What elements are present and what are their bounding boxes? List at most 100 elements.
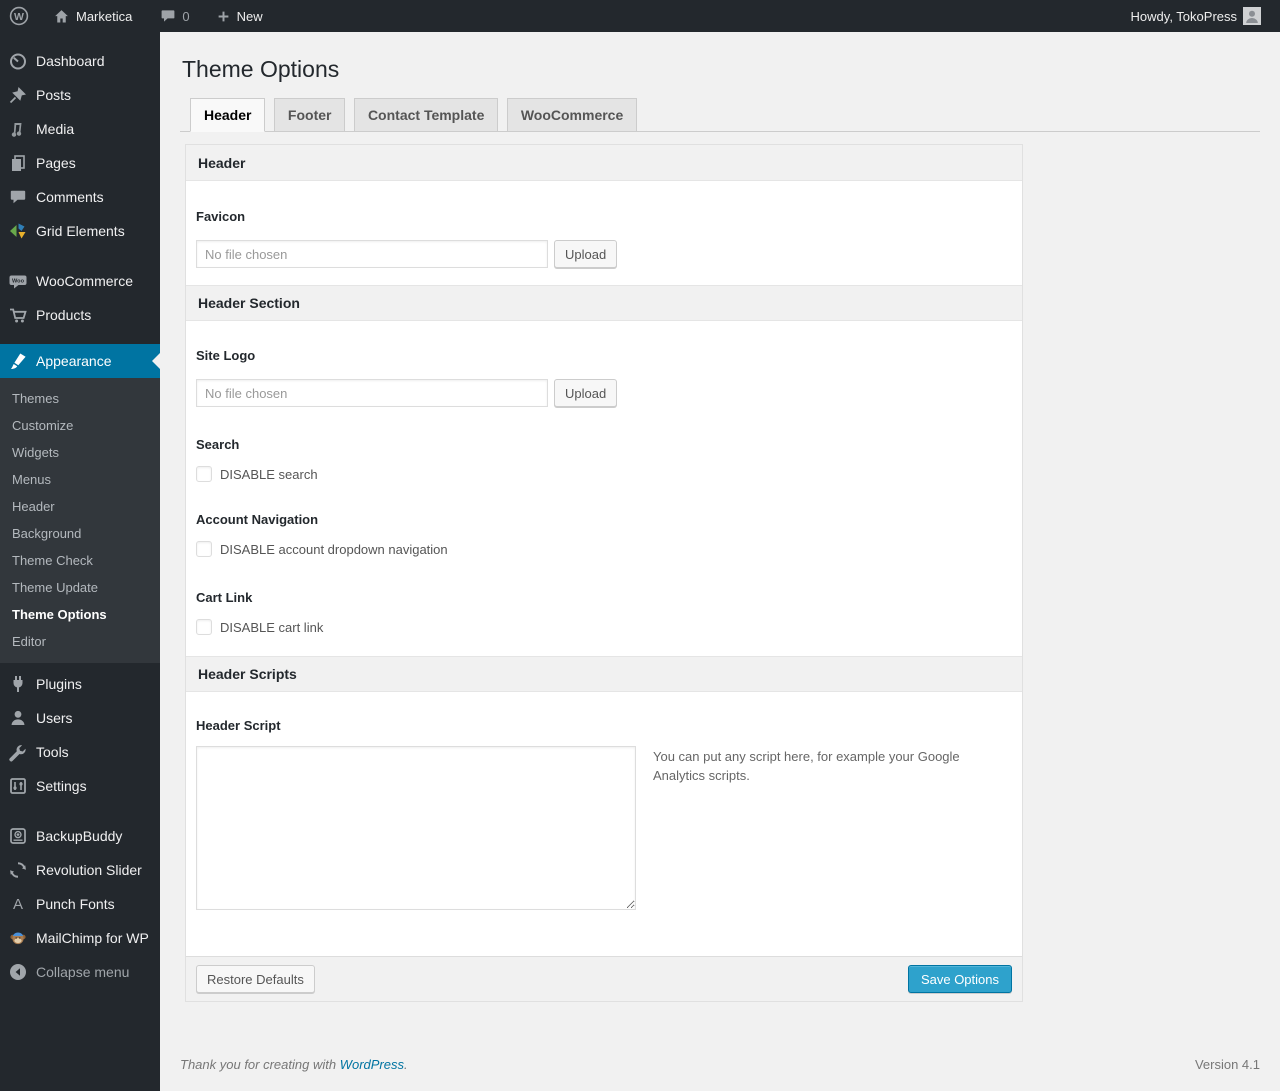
sidebar-item-tools[interactable]: Tools xyxy=(0,735,160,769)
sidebar-item-label: BackupBuddy xyxy=(36,828,123,844)
wrench-icon xyxy=(8,742,28,762)
tab-header[interactable]: Header xyxy=(190,98,266,132)
circular-arrows-icon xyxy=(8,860,28,880)
sidebar-item-appearance[interactable]: Appearance xyxy=(0,344,160,378)
sidebar-item-label: MailChimp for WP xyxy=(36,930,149,946)
submenu-item-editor[interactable]: Editor xyxy=(0,628,160,655)
disable-search-checkbox[interactable] xyxy=(196,466,212,482)
save-options-button[interactable]: Save Options xyxy=(907,965,1012,993)
sidebar-item-dashboard[interactable]: Dashboard xyxy=(0,44,160,78)
admin-bar-right: Howdy, TokoPress xyxy=(1122,0,1280,32)
submenu-item-theme-update[interactable]: Theme Update xyxy=(0,574,160,601)
site-logo-input[interactable] xyxy=(196,379,548,407)
search-label: Search xyxy=(196,437,240,452)
footer-thanks: Thank you for creating with WordPress. xyxy=(180,1057,408,1072)
section-title: Header xyxy=(198,154,246,171)
sidebar-item-label: Posts xyxy=(36,87,72,103)
section-title: Header Scripts xyxy=(198,666,297,682)
disable-cart-checkbox[interactable] xyxy=(196,619,212,635)
disable-search-row: DISABLE search xyxy=(196,466,1012,482)
tab-woocommerce[interactable]: WooCommerce xyxy=(506,98,638,131)
section-header-scripts-bar: Header Scripts xyxy=(186,656,1022,692)
sidebar-item-label: Settings xyxy=(36,778,87,794)
site-logo-upload-button[interactable]: Upload xyxy=(554,379,618,407)
menu-separator xyxy=(0,332,160,344)
sidebar-item-label: Collapse menu xyxy=(36,964,130,980)
submenu-label: Editor xyxy=(12,634,46,649)
disable-cart-label: DISABLE cart link xyxy=(220,619,324,635)
section-header-scripts-body: Header Script You can put any script her… xyxy=(186,718,1022,910)
header-script-textarea[interactable] xyxy=(196,746,636,910)
header-script-row: You can put any script here, for example… xyxy=(196,746,1012,910)
sidebar-item-users[interactable]: Users xyxy=(0,701,160,735)
page-footer: Thank you for creating with WordPress. V… xyxy=(180,1057,1260,1086)
appearance-brush-icon xyxy=(8,351,28,371)
sidebar-item-posts[interactable]: Posts xyxy=(0,78,160,112)
sidebar-item-products[interactable]: Products xyxy=(0,298,160,332)
submenu-item-themes[interactable]: Themes xyxy=(0,385,160,412)
submenu-item-background[interactable]: Background xyxy=(0,520,160,547)
thanks-text: Thank you for creating with xyxy=(180,1057,337,1072)
my-account-menu[interactable]: Howdy, TokoPress xyxy=(1122,0,1270,32)
site-name-menu[interactable]: Marketica xyxy=(44,0,141,32)
sidebar-item-label: Plugins xyxy=(36,676,82,692)
restore-defaults-button[interactable]: Restore Defaults xyxy=(196,965,315,993)
sidebar-item-punch-fonts[interactable]: A Punch Fonts xyxy=(0,887,160,921)
tab-footer[interactable]: Footer xyxy=(273,98,346,131)
sidebar-item-revolution-slider[interactable]: Revolution Slider xyxy=(0,853,160,887)
main-content: Theme Options Header Footer Contact Temp… xyxy=(160,32,1280,1091)
submenu-item-menus[interactable]: Menus xyxy=(0,466,160,493)
disable-account-label: DISABLE account dropdown navigation xyxy=(220,541,448,557)
sidebar-item-grid-elements[interactable]: Grid Elements xyxy=(0,214,160,248)
theme-options-tabs: Header Footer Contact Template WooCommer… xyxy=(180,98,1260,132)
tab-contact-template[interactable]: Contact Template xyxy=(353,98,499,131)
sidebar-item-woocommerce[interactable]: Woo WooCommerce xyxy=(0,264,160,298)
submenu-label: Widgets xyxy=(12,445,59,460)
section-header-section-body: Site Logo Upload Search DISABLE search A… xyxy=(186,348,1022,635)
sidebar-item-label: Grid Elements xyxy=(36,223,125,239)
new-content-menu[interactable]: New xyxy=(207,0,272,32)
new-label: New xyxy=(236,8,263,24)
sidebar-item-pages[interactable]: Pages xyxy=(0,146,160,180)
submenu-item-customize[interactable]: Customize xyxy=(0,412,160,439)
submenu-label: Themes xyxy=(12,391,59,406)
collapse-menu-button[interactable]: Collapse menu xyxy=(0,955,160,989)
sidebar-item-label: Appearance xyxy=(36,353,112,369)
cart-icon xyxy=(8,305,28,325)
sidebar-item-mailchimp[interactable]: MailChimp for WP xyxy=(0,921,160,955)
site-logo-label: Site Logo xyxy=(196,348,256,363)
submenu-item-widgets[interactable]: Widgets xyxy=(0,439,160,466)
submenu-label: Theme Update xyxy=(12,580,98,595)
wordpress-logo-menu[interactable]: W xyxy=(0,0,38,32)
sidebar-item-label: Users xyxy=(36,710,73,726)
submenu-label: Background xyxy=(12,526,82,541)
wordpress-link[interactable]: WordPress xyxy=(340,1057,404,1072)
wordpress-logo-icon: W xyxy=(9,6,29,26)
submenu-label: Customize xyxy=(12,418,74,433)
letter-a-icon: A xyxy=(8,894,28,914)
submenu-label: Theme Options xyxy=(12,607,107,622)
disable-account-checkbox[interactable] xyxy=(196,541,212,557)
comments-menu[interactable]: 0 xyxy=(151,0,198,32)
sidebar-item-backupbuddy[interactable]: BackupBuddy xyxy=(0,819,160,853)
sidebar-item-label: Punch Fonts xyxy=(36,896,115,912)
page-title: Theme Options xyxy=(182,56,340,82)
sidebar-item-media[interactable]: Media xyxy=(0,112,160,146)
sidebar-item-label: WooCommerce xyxy=(36,273,133,289)
favicon-input[interactable] xyxy=(196,240,548,268)
submenu-label: Header xyxy=(12,499,55,514)
favicon-upload-button[interactable]: Upload xyxy=(554,240,618,268)
submenu-item-header[interactable]: Header xyxy=(0,493,160,520)
submenu-item-theme-options[interactable]: Theme Options xyxy=(0,601,160,628)
sidebar-item-plugins[interactable]: Plugins xyxy=(0,667,160,701)
grid-elements-icon xyxy=(8,221,28,241)
sidebar-item-settings[interactable]: Settings xyxy=(0,769,160,803)
sidebar-item-comments[interactable]: Comments xyxy=(0,180,160,214)
version-label: Version 4.1 xyxy=(1194,1057,1260,1072)
avatar xyxy=(1243,7,1261,25)
appearance-submenu: Themes Customize Widgets Menus Header Ba… xyxy=(0,378,160,663)
settings-icon xyxy=(8,776,28,796)
favicon-label: Favicon xyxy=(196,209,246,224)
submenu-item-theme-check[interactable]: Theme Check xyxy=(0,547,160,574)
home-icon xyxy=(53,8,70,25)
